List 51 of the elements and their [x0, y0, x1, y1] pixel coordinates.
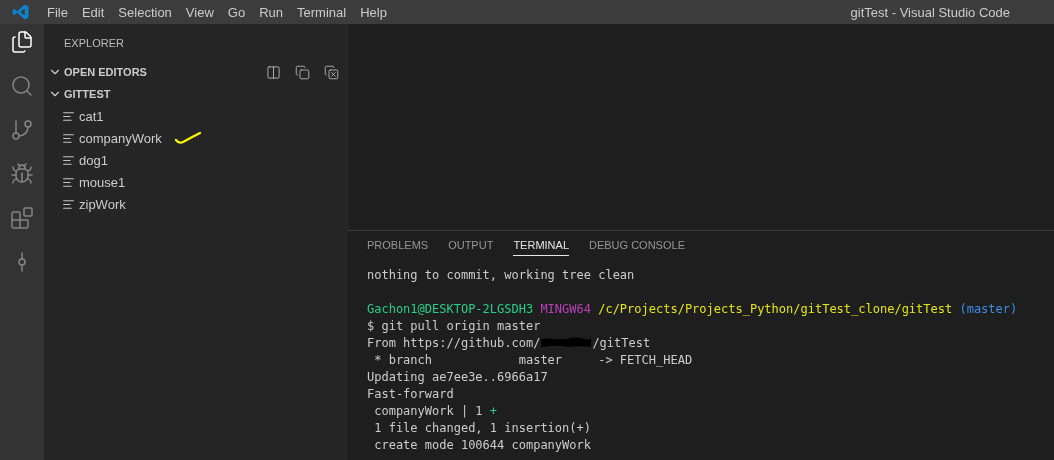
file-icon — [62, 131, 75, 145]
terminal-text: nothing to commit, working tree clean — [367, 267, 635, 284]
file-icon — [62, 197, 75, 211]
menu-item[interactable]: Help — [353, 4, 394, 20]
section-header[interactable]: GITTEST — [64, 88, 111, 100]
menu-item[interactable]: Terminal — [290, 4, 354, 20]
menu-item[interactable]: Selection — [111, 4, 179, 20]
window-title: gitTest - Visual Studio Code — [850, 4, 1010, 20]
run-debug-icon[interactable] — [10, 162, 34, 186]
close-all-icon[interactable] — [324, 64, 339, 80]
file-icon — [62, 175, 75, 189]
menu-item[interactable]: Run — [252, 4, 290, 20]
terminal-text: Gachon1@DESKTOP-2LGSDH3 — [367, 301, 534, 318]
menu-item[interactable]: Edit — [74, 4, 112, 20]
source-control-icon[interactable] — [10, 118, 34, 142]
terminal-text: + — [489, 403, 498, 420]
menu-item[interactable]: Go — [220, 4, 253, 20]
menu-item[interactable]: File — [40, 4, 75, 20]
terminal-text: /c/Projects/Projects_Python/gitTest_clone/gitTest — [597, 301, 953, 318]
file-name[interactable]: cat1 — [79, 108, 104, 124]
file-name[interactable]: zipWork — [79, 196, 126, 212]
terminal-text: $ git pull origin master — [367, 318, 541, 335]
file-name[interactable]: mouse1 — [79, 174, 126, 190]
terminal-text: From https://github.com/ — [367, 335, 541, 352]
layout-icon[interactable] — [266, 64, 281, 80]
panel-tab[interactable]: PROBLEMS — [367, 234, 429, 256]
terminal-text: MINGW64 — [539, 301, 591, 318]
section-header[interactable]: OPEN EDITORS — [64, 66, 147, 78]
panel-tab[interactable]: TERMINAL — [513, 234, 569, 256]
file-name[interactable]: dog1 — [79, 152, 108, 168]
terminal-text: companyWork | 1 — [373, 403, 484, 420]
terminal-text: Updating ae7ee3e..6966a17 — [367, 369, 548, 386]
explorer-icon[interactable] — [10, 30, 34, 54]
terminal-text: 1 file changed, 1 insertion(+) — [373, 420, 591, 437]
terminal-text: * branch master -> FETCH_HEAD — [373, 352, 693, 369]
file-name[interactable]: companyWork — [79, 130, 162, 146]
search-icon[interactable] — [10, 74, 34, 98]
redaction-scribble — [540, 335, 593, 349]
panel-tab[interactable]: DEBUG CONSOLE — [589, 234, 685, 256]
vscode-logo — [12, 3, 30, 21]
terminal-text: Fast-forward — [367, 386, 454, 403]
save-all-icon[interactable] — [295, 64, 310, 80]
terminal-text: /gitTest — [592, 335, 651, 352]
menu-item[interactable]: View — [178, 4, 221, 20]
sidebar-title: EXPLORER — [64, 37, 124, 49]
terminal-text: (master) — [958, 301, 1018, 318]
file-icon — [62, 153, 75, 167]
extensions-icon[interactable] — [10, 206, 34, 230]
file-icon — [62, 109, 75, 123]
terminal-text: create mode 100644 companyWork — [373, 437, 591, 454]
panel-tab[interactable]: OUTPUT — [448, 234, 494, 256]
